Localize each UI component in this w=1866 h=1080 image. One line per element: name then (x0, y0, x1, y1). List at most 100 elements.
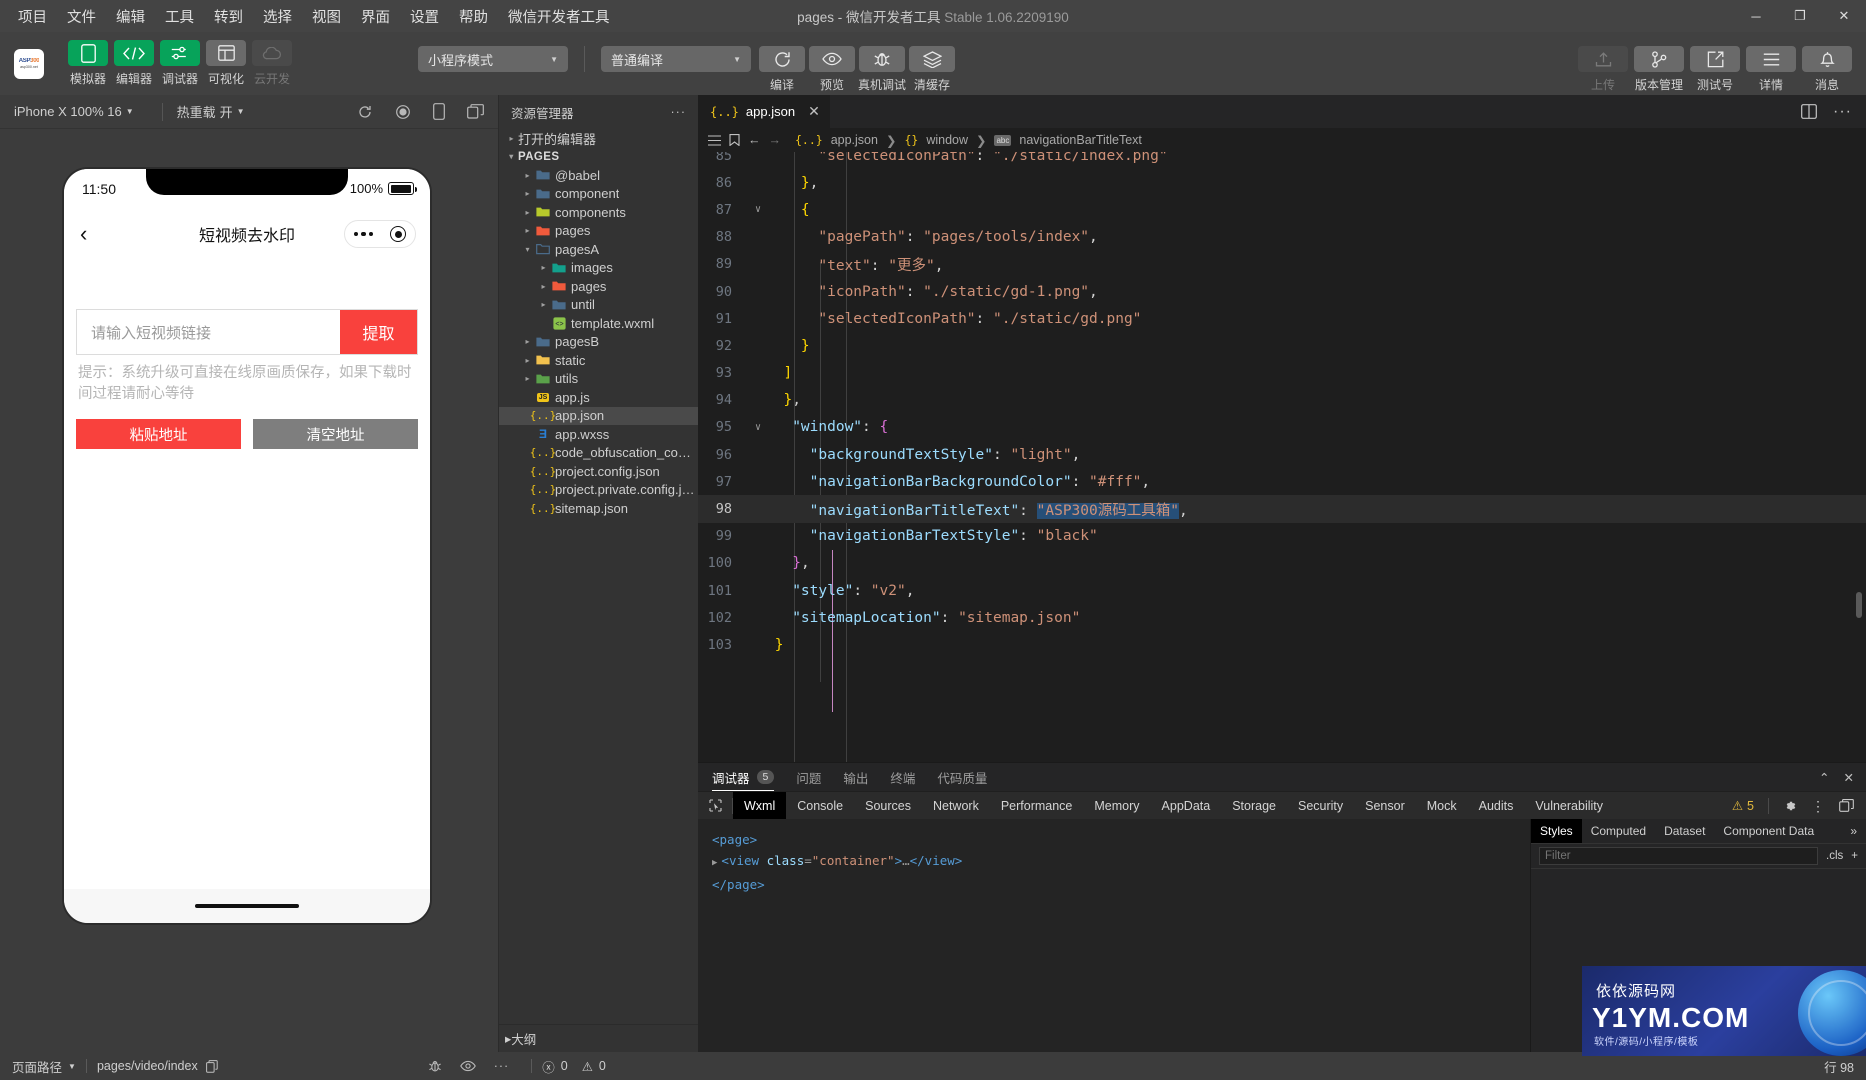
link-input[interactable]: 请输入短视频链接 (77, 310, 340, 354)
code-line-99[interactable]: 99 "navigationBarTextStyle": "black" (698, 523, 1866, 550)
toolbar-button-详情[interactable]: 详情 (1746, 46, 1796, 93)
toolbar-button-版本管理[interactable]: 版本管理 (1634, 46, 1684, 93)
extract-button[interactable]: 提取 (340, 310, 417, 354)
dom-node-page-open[interactable]: <page> (712, 829, 1516, 850)
chevron-right-icon[interactable]: ▸ (521, 171, 534, 180)
code-line-100[interactable]: 100 }, (698, 550, 1866, 577)
tree-item-pagesb[interactable]: ▸ pagesB (499, 333, 698, 352)
devtools-tab-wxml[interactable]: Wxml (733, 791, 787, 820)
split-editor-icon[interactable] (1801, 104, 1817, 119)
code-line-90[interactable]: 90 "iconPath": "./static/gd-1.png", (698, 278, 1866, 305)
tree-item-app-json[interactable]: {..} app.json (499, 406, 698, 425)
code-line-101[interactable]: 101 "style": "v2", (698, 577, 1866, 604)
styles-tabs-overflow-icon[interactable]: » (1841, 819, 1866, 843)
cls-button[interactable]: .cls (1826, 850, 1843, 862)
code-area[interactable]: 85 "selectedIconPath": "./static/index.p… (698, 152, 1866, 762)
project-root-section[interactable]: ▾ PAGES (499, 148, 698, 167)
cursor-select-icon[interactable] (698, 799, 732, 812)
tree-item-pages[interactable]: ▸ pages (499, 277, 698, 296)
warning-badge[interactable]: ⚠ 5 (1732, 798, 1754, 814)
minimize-button[interactable]: ─ (1734, 0, 1778, 32)
chevron-right-icon[interactable]: ▸ (521, 356, 534, 365)
chevron-right-icon[interactable]: ▸ (537, 263, 550, 272)
copy-icon[interactable] (205, 1059, 218, 1073)
tree-item-app-wxss[interactable]: Ǝapp.wxss (499, 425, 698, 444)
bookmark-icon[interactable] (729, 134, 740, 146)
chevron-down-icon[interactable]: ▾ (521, 245, 534, 254)
chevron-right-icon[interactable]: ▸ (537, 300, 550, 309)
open-editors-section[interactable]: ▸ 打开的编辑器 (499, 129, 698, 148)
tree-item-pages[interactable]: ▸ pages (499, 222, 698, 241)
toolbar-button-调试器[interactable]: 调试器 (160, 40, 200, 87)
styles-tab-styles[interactable]: Styles (1531, 819, 1582, 843)
panel-tab-2[interactable]: 输出 (843, 763, 868, 791)
rotate-device-icon[interactable] (433, 103, 445, 120)
code-line-94[interactable]: 94 }, (698, 387, 1866, 414)
menu-item-1[interactable]: 文件 (57, 2, 106, 31)
toolbar-button-编辑器[interactable]: 编辑器 (114, 40, 154, 87)
devtools-tab-audits[interactable]: Audits (1468, 792, 1525, 820)
breadcrumb-item-1[interactable]: window (926, 133, 968, 147)
tree-item-pagesa[interactable]: ▾ pagesA (499, 240, 698, 259)
hot-reload-select[interactable]: 热重载 开 ▼ (177, 102, 259, 121)
tree-item-template-wxml[interactable]: <> template.wxml (499, 314, 698, 333)
tree-item-app-js[interactable]: JS app.js (499, 388, 698, 407)
devtools-tab-performance[interactable]: Performance (990, 792, 1084, 820)
back-arrow-icon[interactable]: ← (748, 133, 761, 147)
styles-tab-computed[interactable]: Computed (1582, 819, 1655, 843)
add-style-rule-icon[interactable]: + (1851, 850, 1858, 862)
fold-chevron-icon[interactable]: ∨ (750, 422, 766, 433)
outline-icon[interactable] (708, 134, 721, 146)
tree-item-utils[interactable]: ▸ utils (499, 370, 698, 389)
styles-tab-component-data[interactable]: Component Data (1714, 819, 1823, 843)
refresh-icon[interactable] (357, 104, 373, 120)
panel-tab-0[interactable]: 调试器 5 (712, 763, 775, 791)
panel-tab-1[interactable]: 问题 (796, 763, 821, 791)
record-icon[interactable] (395, 104, 411, 120)
tree-item-code-obfuscation-conf---[interactable]: {..} code_obfuscation_conf... (499, 444, 698, 463)
toolbar-button-上传[interactable]: 上传 (1578, 46, 1628, 93)
toolbar-button-真机调试[interactable]: 真机调试 (858, 46, 906, 93)
page-path-select[interactable]: 页面路径 ▼ (12, 1057, 76, 1076)
compile-select[interactable]: 普通编译 ▼ (601, 46, 751, 72)
chevron-right-icon[interactable]: ▸ (521, 337, 534, 346)
paste-address-button[interactable]: 粘贴地址 (76, 419, 241, 449)
code-line-102[interactable]: 102 "sitemapLocation": "sitemap.json" (698, 604, 1866, 631)
chevron-right-icon[interactable]: ▸ (521, 189, 534, 198)
close-icon[interactable]: ✕ (808, 103, 820, 120)
devtools-tab-mock[interactable]: Mock (1416, 792, 1468, 820)
gear-icon[interactable] (1783, 799, 1797, 813)
devtools-tab-security[interactable]: Security (1287, 792, 1354, 820)
tree-item--babel[interactable]: ▸ @babel (499, 166, 698, 185)
code-line-98[interactable]: 98 "navigationBarTitleText": "ASP300源码工具… (698, 495, 1866, 523)
devtools-tab-memory[interactable]: Memory (1083, 792, 1150, 820)
tree-item-components[interactable]: ▸ components (499, 203, 698, 222)
menu-item-7[interactable]: 界面 (351, 2, 400, 31)
code-line-89[interactable]: 89 "text": "更多", (698, 251, 1866, 278)
ellipsis-icon[interactable]: ··· (671, 105, 687, 119)
code-line-95[interactable]: 95 ∨ "window": { (698, 414, 1866, 441)
popout-icon[interactable] (467, 104, 484, 119)
code-line-97[interactable]: 97 "navigationBarBackgroundColor": "#fff… (698, 468, 1866, 495)
code-line-91[interactable]: 91 "selectedIconPath": "./static/gd.png" (698, 305, 1866, 332)
chevron-left-icon[interactable]: ‹ (80, 223, 87, 245)
ellipsis-icon[interactable]: ··· (494, 1059, 510, 1073)
code-line-103[interactable]: 103 } (698, 631, 1866, 658)
menu-item-5[interactable]: 选择 (253, 2, 302, 31)
chevron-right-icon[interactable]: ▶ (712, 858, 717, 868)
menu-item-8[interactable]: 设置 (400, 2, 449, 31)
menu-item-3[interactable]: 工具 (155, 2, 204, 31)
toolbar-button-编译[interactable]: 编译 (759, 46, 805, 93)
code-line-85[interactable]: 85 "selectedIconPath": "./static/index.p… (698, 152, 1866, 169)
chevron-right-icon[interactable]: ▸ (521, 226, 534, 235)
code-line-88[interactable]: 88 "pagePath": "pages/tools/index", (698, 224, 1866, 251)
menu-item-4[interactable]: 转到 (204, 2, 253, 31)
devtools-tab-console[interactable]: Console (786, 792, 854, 820)
toolbar-button-云开发[interactable]: 云开发 (252, 40, 292, 87)
toolbar-button-模拟器[interactable]: 模拟器 (68, 40, 108, 87)
toolbar-button-消息[interactable]: 消息 (1802, 46, 1852, 93)
menu-item-9[interactable]: 帮助 (449, 2, 498, 31)
code-line-87[interactable]: 87 ∨ { (698, 196, 1866, 223)
devtools-tab-storage[interactable]: Storage (1221, 792, 1287, 820)
kebab-menu-icon[interactable]: ⋮ (1811, 799, 1825, 813)
